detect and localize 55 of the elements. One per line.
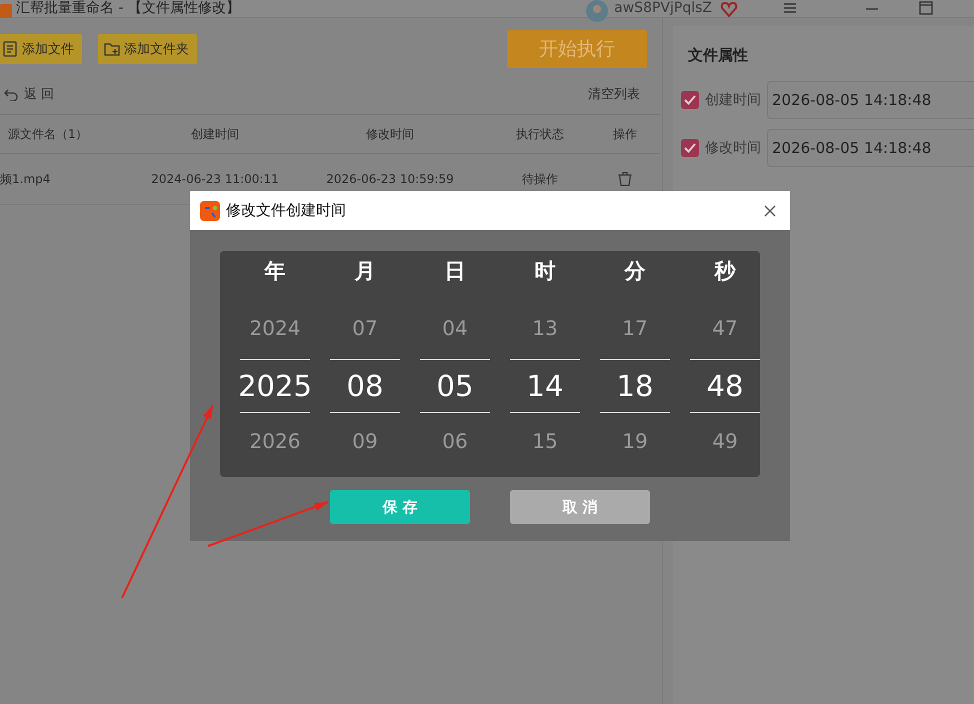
- selected-value[interactable]: 48: [690, 359, 760, 413]
- property-label: 创建时间: [705, 91, 761, 109]
- back-link[interactable]: 返 回: [4, 85, 54, 103]
- picker-option[interactable]: 15: [532, 413, 558, 469]
- heart-icon: [720, 0, 738, 18]
- selected-value[interactable]: 05: [420, 359, 490, 413]
- list-icon: [2, 41, 18, 57]
- column-header: 源文件名（1）: [0, 114, 140, 154]
- property-label: 修改时间: [705, 139, 761, 157]
- selected-value[interactable]: 14: [510, 359, 580, 413]
- input-field[interactable]: 2026-08-05 14:18:48: [767, 81, 974, 119]
- picker-option[interactable]: 06: [442, 413, 468, 469]
- checkbox[interactable]: [681, 91, 699, 109]
- cancel-button[interactable]: 取 消: [510, 490, 650, 524]
- input-field[interactable]: 2026-08-05 14:18:48: [767, 129, 974, 167]
- column-header: 执行状态: [490, 114, 590, 154]
- picker-option[interactable]: 04: [442, 297, 468, 359]
- picker-option[interactable]: 47: [712, 297, 738, 359]
- column-header: 秒: [714, 258, 736, 285]
- minimize-icon: [866, 8, 878, 10]
- column-header: 年: [264, 258, 286, 285]
- column-header: 分: [624, 258, 646, 285]
- table-cell: 频1.mp4: [0, 154, 140, 205]
- username: awS8PVjPqlsZ: [614, 0, 712, 16]
- save-button[interactable]: 保 存: [330, 490, 470, 524]
- picker-option[interactable]: 19: [622, 413, 648, 469]
- picker-option[interactable]: 07: [352, 297, 378, 359]
- add-button[interactable]: 添加文件夹: [98, 34, 197, 64]
- selected-value[interactable]: 18: [600, 359, 670, 413]
- avatar-icon: [586, 0, 608, 22]
- checkbox[interactable]: [681, 139, 699, 157]
- panel-title: 文件属性: [688, 46, 749, 65]
- column-header: 日: [444, 258, 466, 285]
- selected-value[interactable]: 08: [330, 359, 400, 413]
- selected-value[interactable]: 2025: [240, 359, 310, 413]
- add-button[interactable]: 添加文件: [0, 34, 82, 64]
- column-header: 时: [534, 258, 556, 285]
- close-button[interactable]: [764, 204, 776, 216]
- picker-option[interactable]: 17: [622, 297, 648, 359]
- picker-option[interactable]: 2024: [250, 297, 300, 359]
- trash-icon: [618, 172, 632, 186]
- column-header: 修改时间: [290, 114, 490, 154]
- picker-option[interactable]: 13: [532, 297, 558, 359]
- undo-icon: [4, 87, 18, 101]
- column-header: 创建时间: [140, 114, 290, 154]
- app-logo-icon: [200, 200, 220, 220]
- picker-option[interactable]: 2026: [250, 413, 300, 469]
- picker-option[interactable]: 09: [352, 413, 378, 469]
- column-header: 操作: [590, 114, 660, 154]
- clear-list-link[interactable]: 清空列表: [588, 85, 640, 103]
- folder-plus-icon: [104, 41, 120, 57]
- picker-option[interactable]: 49: [712, 413, 738, 469]
- window-title: 汇帮批量重命名 - 【文件属性修改】: [16, 0, 240, 16]
- maximize-icon: [918, 0, 934, 16]
- column-header: 月: [354, 258, 376, 285]
